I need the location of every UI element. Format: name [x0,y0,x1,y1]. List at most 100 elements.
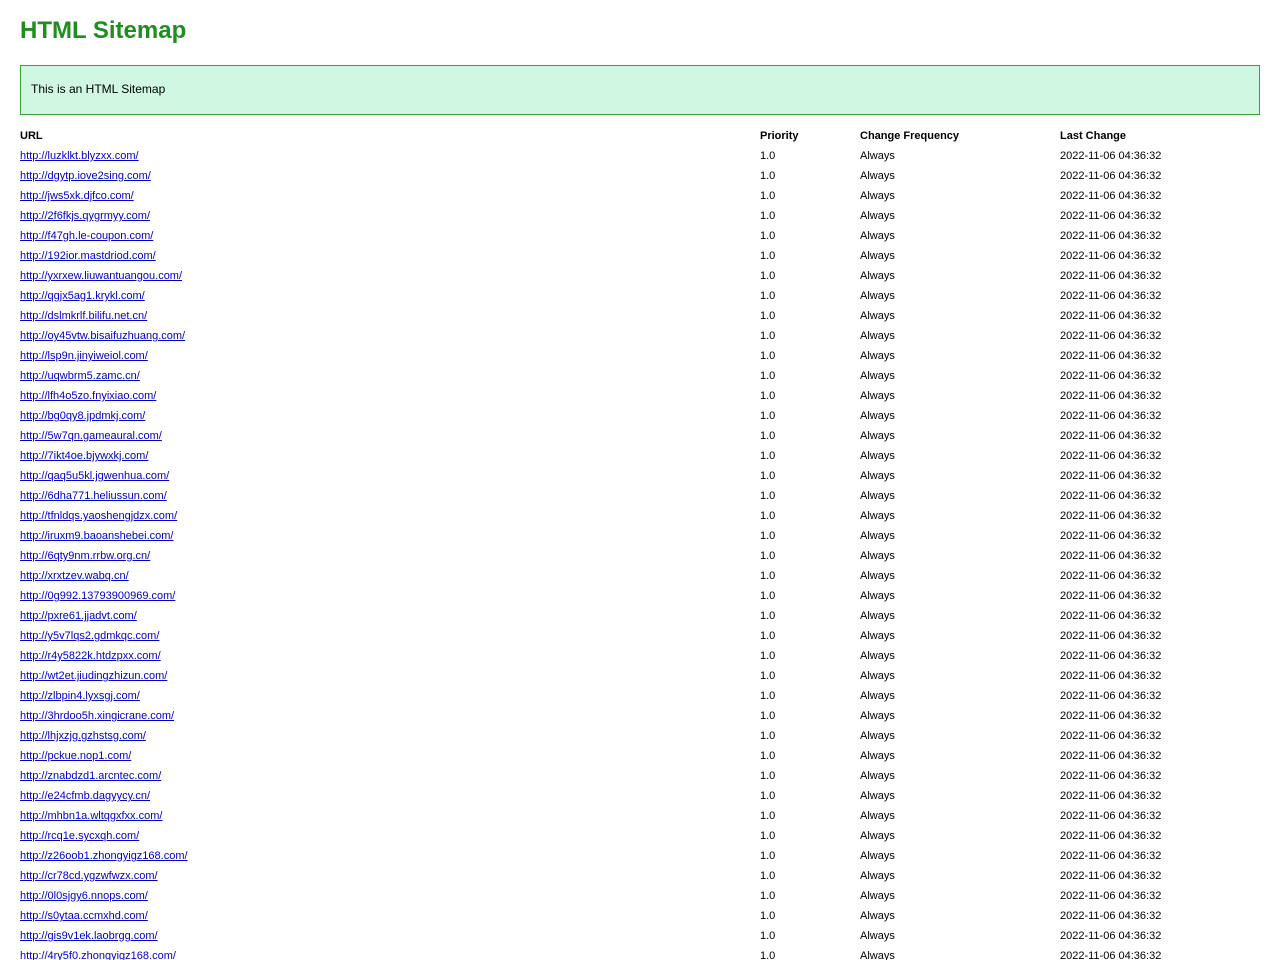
last-change-cell: 2022-11-06 04:36:32 [1060,430,1162,442]
url-link[interactable]: http://yxrxew.liuwantuangou.com/ [20,270,182,282]
priority-cell: 1.0 [760,610,776,622]
table-row: http://z26oob1.zhongyigz168.com/1.0 Alway… [20,848,1260,868]
table-row: http://4ry5f0.zhongyigz168.com/1.0 Always… [20,948,1260,960]
url-cell: http://4ry5f0.zhongyigz168.com/ [20,948,176,960]
table-row: http://192ior.mastdriod.com/1.0 Always 202… [20,248,1260,268]
table-row: http://s0ytaa.ccmxhd.com/1.0 Always 2022-1… [20,908,1260,928]
url-cell: http://lsp9n.jinyiweiol.com/ [20,348,148,364]
url-link[interactable]: http://0l0sjgy6.nnops.com/ [20,890,148,902]
table-row: http://znabdzd1.arcntec.com/1.0 Always 202… [20,768,1260,788]
change-frequency-cell: Always [860,550,895,562]
url-link[interactable]: http://bg0qy8.jpdmkj.com/ [20,410,145,422]
url-link[interactable]: http://lhjxzjg.gzhstsg.com/ [20,730,146,742]
table-row: http://lhjxzjg.gzhstsg.com/1.0 Always 2022… [20,728,1260,748]
url-link[interactable]: http://3hrdoo5h.xingicrane.com/ [20,710,174,722]
last-change-cell: 2022-11-06 04:36:32 [1060,390,1162,402]
last-change-cell: 2022-11-06 04:36:32 [1060,590,1162,602]
last-change-cell: 2022-11-06 04:36:32 [1060,470,1162,482]
url-link[interactable]: http://luzklkt.blyzxx.com/ [20,150,139,162]
url-cell: http://dslmkrlf.bilifu.net.cn/ [20,308,147,324]
url-link[interactable]: http://f47gh.le-coupon.com/ [20,230,153,242]
url-link[interactable]: http://6dha771.heliussun.com/ [20,490,167,502]
sitemap-table-body: http://luzklkt.blyzxx.com/1.0 Always 2022-… [20,148,1260,960]
column-header-last-change: Last Change [1060,130,1127,142]
table-row: http://qgjx5ag1.krykl.com/1.0 Always 2022-… [20,288,1260,308]
last-change-cell: 2022-11-06 04:36:32 [1060,570,1162,582]
table-row: http://3hrdoo5h.xingicrane.com/1.0 Always… [20,708,1260,728]
change-frequency-cell: Always [860,270,895,282]
url-link[interactable]: http://s0ytaa.ccmxhd.com/ [20,910,148,922]
last-change-cell: 2022-11-06 04:36:32 [1060,770,1162,782]
url-link[interactable]: http://gis9v1ek.laobrgg.com/ [20,930,158,942]
change-frequency-cell: Always [860,310,895,322]
change-frequency-cell: Always [860,170,895,182]
last-change-cell: 2022-11-06 04:36:32 [1060,650,1162,662]
url-cell: http://z26oob1.zhongyigz168.com/ [20,848,188,864]
table-row: http://qaq5u5kl.jgwenhua.com/1.0 Always 20… [20,468,1260,488]
priority-cell: 1.0 [760,790,776,802]
url-cell: http://6qty9nm.rrbw.org.cn/ [20,548,150,564]
url-link[interactable]: http://6qty9nm.rrbw.org.cn/ [20,550,150,562]
url-link[interactable]: http://qgjx5ag1.krykl.com/ [20,290,145,302]
url-cell: http://5w7qn.gameaural.com/ [20,428,162,444]
table-row: http://6dha771.heliussun.com/1.0 Always 20… [20,488,1260,508]
url-link[interactable]: http://pxre61.jjadvt.com/ [20,610,137,622]
table-row: http://gis9v1ek.laobrgg.com/1.0 Always 202… [20,928,1260,948]
url-link[interactable]: http://0g992.13793900969.com/ [20,590,175,602]
url-link[interactable]: http://znabdzd1.arcntec.com/ [20,770,161,782]
last-change-cell: 2022-11-06 04:36:32 [1060,870,1162,882]
url-link[interactable]: http://uqwbrm5.zamc.cn/ [20,370,140,382]
priority-cell: 1.0 [760,290,776,302]
url-link[interactable]: http://tfnldqs.yaoshengjdzx.com/ [20,510,177,522]
url-link[interactable]: http://7ikt4oe.bjywxkj.com/ [20,450,148,462]
url-cell: http://rcq1e.sycxqh.com/ [20,828,139,844]
url-cell: http://6dha771.heliussun.com/ [20,488,167,504]
url-link[interactable]: http://pckue.nop1.com/ [20,750,131,762]
url-link[interactable]: http://2f6fkjs.qygrmyy.com/ [20,210,150,222]
url-link[interactable]: http://z26oob1.zhongyigz168.com/ [20,850,188,862]
url-cell: http://0l0sjgy6.nnops.com/ [20,888,148,904]
url-cell: http://bg0qy8.jpdmkj.com/ [20,408,145,424]
url-link[interactable]: http://lsp9n.jinyiweiol.com/ [20,350,148,362]
change-frequency-cell: Always [860,950,895,960]
url-cell: http://7ikt4oe.bjywxkj.com/ [20,448,148,464]
url-link[interactable]: http://cr78cd.ygzwfwzx.com/ [20,870,158,882]
url-cell: http://uqwbrm5.zamc.cn/ [20,368,140,384]
url-link[interactable]: http://r4y5822k.htdzpxx.com/ [20,650,161,662]
url-cell: http://zlbpin4.lyxsgj.com/ [20,688,140,704]
url-cell: http://3hrdoo5h.xingicrane.com/ [20,708,174,724]
url-cell: http://e24cfmb.dagyycy.cn/ [20,788,150,804]
url-link[interactable]: http://jws5xk.djfco.com/ [20,190,134,202]
change-frequency-cell: Always [860,870,895,882]
last-change-cell: 2022-11-06 04:36:32 [1060,670,1162,682]
url-link[interactable]: http://qaq5u5kl.jgwenhua.com/ [20,470,169,482]
url-link[interactable]: http://5w7qn.gameaural.com/ [20,430,162,442]
change-frequency-cell: Always [860,530,895,542]
url-link[interactable]: http://e24cfmb.dagyycy.cn/ [20,790,150,802]
url-link[interactable]: http://4ry5f0.zhongyigz168.com/ [20,950,176,960]
change-frequency-cell: Always [860,570,895,582]
priority-cell: 1.0 [760,510,776,522]
url-link[interactable]: http://iruxm9.baoanshebei.com/ [20,530,173,542]
change-frequency-cell: Always [860,230,895,242]
last-change-cell: 2022-11-06 04:36:32 [1060,410,1162,422]
last-change-cell: 2022-11-06 04:36:32 [1060,930,1162,942]
change-frequency-cell: Always [860,410,895,422]
last-change-cell: 2022-11-06 04:36:32 [1060,910,1162,922]
url-link[interactable]: http://dslmkrlf.bilifu.net.cn/ [20,310,147,322]
change-frequency-cell: Always [860,290,895,302]
url-link[interactable]: http://zlbpin4.lyxsgj.com/ [20,690,140,702]
url-link[interactable]: http://xrxtzev.wabq.cn/ [20,570,129,582]
change-frequency-cell: Always [860,670,895,682]
priority-cell: 1.0 [760,230,776,242]
url-link[interactable]: http://dgytp.iove2sing.com/ [20,170,151,182]
url-link[interactable]: http://y5v7lqs2.gdmkqc.com/ [20,630,159,642]
url-link[interactable]: http://wt2et.jiudingzhizun.com/ [20,670,167,682]
url-link[interactable]: http://rcq1e.sycxqh.com/ [20,830,139,842]
url-link[interactable]: http://lfh4o5zo.fnyixiao.com/ [20,390,156,402]
table-row: http://rcq1e.sycxqh.com/1.0 Always 2022-11… [20,828,1260,848]
url-link[interactable]: http://oy45vtw.bisaifuzhuang.com/ [20,330,185,342]
url-link[interactable]: http://mhbn1a.wltqgxfxx.com/ [20,810,162,822]
change-frequency-cell: Always [860,470,895,482]
url-link[interactable]: http://192ior.mastdriod.com/ [20,250,156,262]
